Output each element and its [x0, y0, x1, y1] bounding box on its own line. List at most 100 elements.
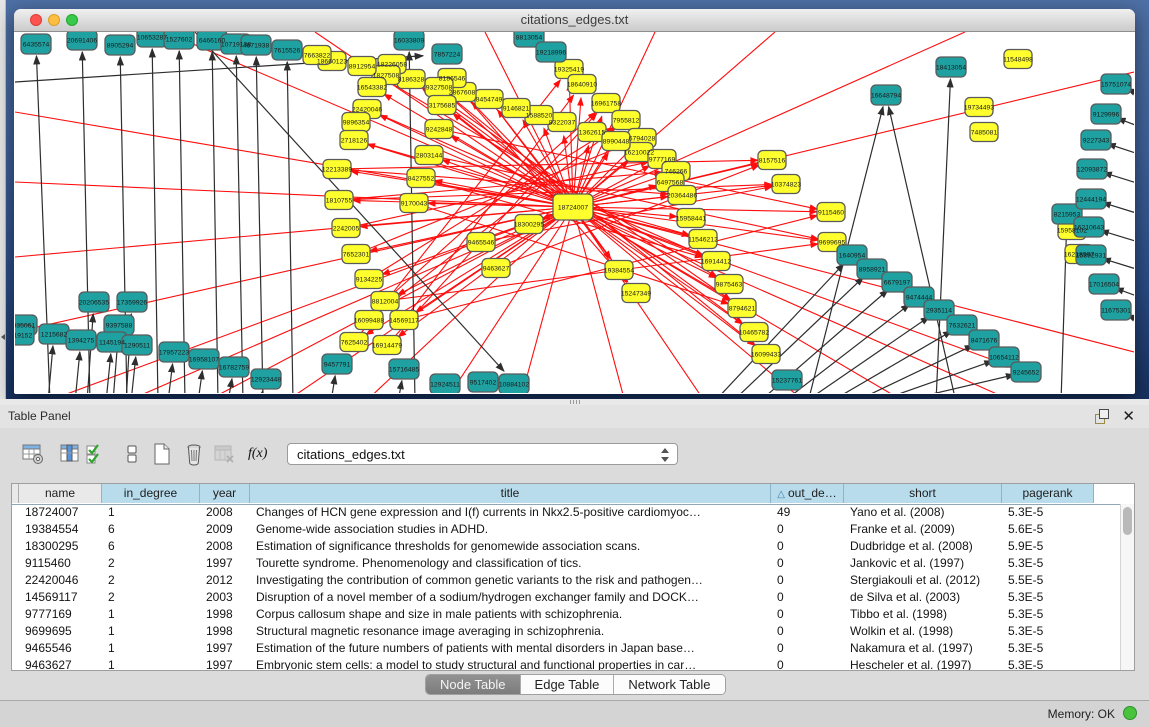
table-cell[interactable]: 1997 [201, 555, 250, 572]
table-cell[interactable]: 0 [772, 521, 844, 538]
graph-edge[interactable] [236, 56, 243, 393]
column-header-in_degree[interactable]: in_degree [102, 484, 200, 503]
new-table-icon[interactable] [150, 442, 176, 468]
graph-edge[interactable] [1102, 203, 1134, 225]
graph-edge[interactable] [1107, 144, 1134, 166]
table-cell[interactable]: 9699695 [20, 623, 102, 640]
table-cell[interactable]: 5.3E-5 [1003, 504, 1094, 521]
table-cell[interactable]: 0 [772, 572, 844, 589]
column-header-title[interactable]: title [250, 484, 771, 503]
table-cell[interactable]: 2008 [201, 504, 250, 521]
graph-edge[interactable] [830, 331, 952, 393]
vertical-scrollbar[interactable] [1120, 504, 1134, 670]
graph-edge[interactable] [256, 57, 263, 393]
table-cell[interactable]: Franke et al. (2009) [845, 521, 1002, 538]
graph-edge[interactable] [854, 345, 973, 393]
table-row[interactable]: 1456911722003Disruption of a novel membe… [12, 589, 1121, 606]
tab-network-table[interactable]: Network Table [614, 675, 724, 694]
table-cell[interactable]: Wolkin et al. (1998) [845, 623, 1002, 640]
table-cell[interactable]: 5.3E-5 [1003, 657, 1094, 670]
network-canvas[interactable]: 1872400719325419186409101696175879558126… [15, 32, 1134, 393]
table-body[interactable]: 1872400712008Changes of HCN gene express… [12, 504, 1121, 670]
table-cell[interactable]: Corpus callosum shape and size in male p… [251, 606, 771, 623]
panel-collapse-arrow[interactable] [1, 334, 5, 340]
graph-edge[interactable] [889, 107, 956, 393]
table-cell[interactable]: Investigating the contribution of common… [251, 572, 771, 589]
graph-edge[interactable] [131, 357, 136, 393]
table-cell[interactable]: 5.3E-5 [1003, 623, 1094, 640]
table-cell[interactable]: 18300295 [20, 538, 102, 555]
table-row[interactable]: 1872400712008Changes of HCN gene express… [12, 504, 1121, 521]
table-cell[interactable]: 2 [103, 572, 200, 589]
table-cell[interactable]: 19384554 [20, 521, 102, 538]
tab-node-table[interactable]: Node Table [426, 675, 521, 694]
table-cell[interactable]: Estimation of the future numbers of pati… [251, 640, 771, 657]
float-panel-icon[interactable] [1095, 409, 1109, 423]
graph-edge[interactable] [15, 112, 573, 207]
column-header-out_de[interactable]: △out_de… [771, 484, 844, 503]
table-cell[interactable]: 5.3E-5 [1003, 640, 1094, 657]
graph-edge[interactable] [260, 391, 263, 393]
table-cell[interactable]: 0 [772, 538, 844, 555]
table-cell[interactable]: Tourette syndrome. Phenomenology and cla… [251, 555, 771, 572]
graph-edge[interactable] [106, 354, 111, 393]
select-all-rows-icon[interactable] [84, 442, 110, 468]
table-cell[interactable]: Changes of HCN gene expression and I(f) … [251, 504, 771, 521]
function-builder-icon[interactable]: f(x) [248, 446, 267, 462]
table-cell[interactable]: Nakamura et al. (1997) [845, 640, 1002, 657]
table-cell[interactable]: 2008 [201, 538, 250, 555]
table-type-segmented-control[interactable]: Node TableEdge TableNetwork Table [425, 674, 726, 695]
table-cell[interactable]: 1998 [201, 623, 250, 640]
table-cell[interactable]: 5.3E-5 [1003, 606, 1094, 623]
table-cell[interactable]: 1 [103, 623, 200, 640]
table-cell[interactable]: 9463627 [20, 657, 102, 670]
column-header-year[interactable]: year [200, 484, 250, 503]
graph-edge[interactable] [212, 52, 218, 393]
table-cell[interactable]: Embryonic stem cells: a model to study s… [251, 657, 771, 670]
edit-column-icon[interactable] [58, 442, 84, 468]
table-cell[interactable]: Estimation of significance thresholds fo… [251, 538, 771, 555]
table-cell[interactable]: 1997 [201, 657, 250, 670]
graph-edge[interactable] [75, 352, 80, 393]
table-cell[interactable]: 9115460 [20, 555, 102, 572]
table-cell[interactable]: 22420046 [20, 572, 102, 589]
table-cell[interactable]: Structural magnetic resonance image aver… [251, 623, 771, 640]
table-cell[interactable]: 0 [772, 589, 844, 606]
table-cell[interactable]: Yano et al. (2008) [845, 504, 1002, 521]
table-cell[interactable]: Hescheler et al. (1997) [845, 657, 1002, 670]
table-cell[interactable]: 2003 [201, 589, 250, 606]
table-cell[interactable]: 18724007 [20, 504, 102, 521]
table-row[interactable]: 2242004622012Investigating the contribut… [12, 572, 1121, 589]
graph-edge[interactable] [198, 371, 202, 393]
table-cell[interactable]: 0 [772, 640, 844, 657]
table-row[interactable]: 1938455462009Genome-wide association stu… [12, 521, 1121, 538]
table-cell[interactable]: Genome-wide association studies in ADHD. [251, 521, 771, 538]
graph-edge[interactable] [398, 381, 402, 393]
table-row[interactable]: 977716911998Corpus callosum shape and si… [12, 606, 1121, 623]
table-row[interactable]: 969969511998Structural magnetic resonanc… [12, 623, 1121, 640]
table-cell[interactable]: 5.9E-5 [1003, 538, 1094, 555]
splitter-grip-icon[interactable] [570, 400, 580, 404]
table-cell[interactable]: 1 [103, 657, 200, 670]
table-cell[interactable]: 1997 [201, 640, 250, 657]
table-row[interactable]: 946554611997Estimation of the future num… [12, 640, 1121, 657]
tab-edge-table[interactable]: Edge Table [521, 675, 615, 694]
graph-edge[interactable] [168, 364, 173, 393]
column-header-name[interactable]: name [19, 484, 102, 503]
table-cell[interactable]: 1 [103, 504, 200, 521]
table-cell[interactable]: Dudbridge et al. (2008) [845, 538, 1002, 555]
graph-edge[interactable] [287, 62, 293, 393]
table-cell[interactable]: 2 [103, 589, 200, 606]
table-row[interactable]: 946362711997Embryonic stem cells: a mode… [12, 657, 1121, 670]
clear-row-selection-icon[interactable] [120, 442, 146, 468]
table-header-row[interactable]: namein_degreeyeartitle△out_de…shortpager… [12, 484, 1134, 505]
table-cell[interactable]: 6 [103, 521, 200, 538]
table-cell[interactable]: 2009 [201, 521, 250, 538]
scrollbar-thumb[interactable] [1123, 507, 1132, 535]
table-selector-dropdown[interactable]: citations_edges.txt [287, 443, 678, 465]
table-cell[interactable]: Disruption of a novel member of a sodium… [251, 589, 771, 606]
table-cell[interactable]: 5.3E-5 [1003, 589, 1094, 606]
graph-edge[interactable] [898, 375, 1014, 393]
table-cell[interactable]: 2012 [201, 572, 250, 589]
table-cell[interactable]: 2 [103, 555, 200, 572]
